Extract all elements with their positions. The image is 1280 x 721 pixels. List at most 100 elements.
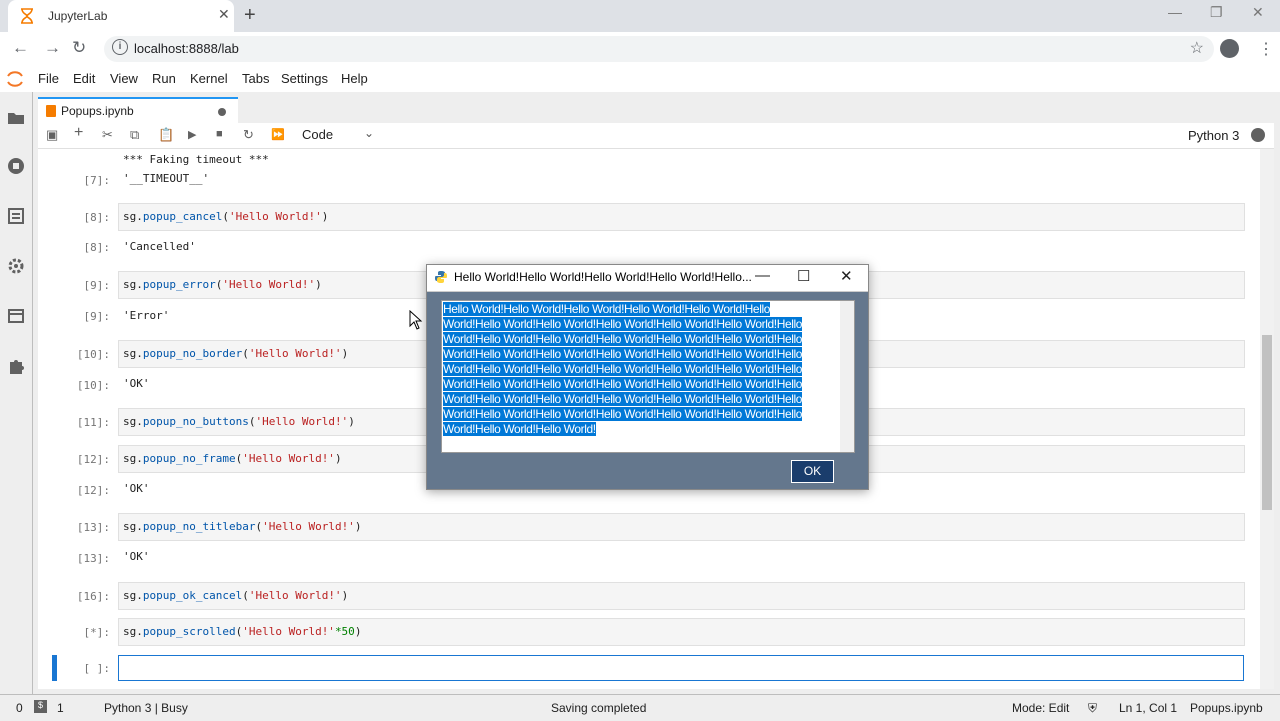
hourglass-icon: [21, 8, 33, 24]
bookmark-star-icon[interactable]: ☆: [1190, 38, 1204, 58]
browser-tab[interactable]: JupyterLab ✕: [8, 0, 234, 32]
status-message: Saving completed: [551, 701, 647, 715]
code-line[interactable]: sg.popup_no_frame('Hello World!'): [123, 452, 342, 465]
cut-icon[interactable]: ✂: [102, 127, 113, 143]
cell-output: 'OK': [123, 550, 150, 563]
menu-view[interactable]: View: [110, 71, 138, 86]
code-cell[interactable]: sg.popup_ok_cancel('Hello World!'): [118, 582, 1245, 610]
paste-icon[interactable]: 📋: [158, 127, 174, 143]
run-icon[interactable]: ▶: [188, 128, 196, 141]
cursor-position[interactable]: Ln 1, Col 1: [1119, 701, 1177, 715]
input-prompt: [11]:: [76, 416, 110, 429]
kernels-count[interactable]: 1: [57, 701, 64, 715]
account-icon[interactable]: [1220, 39, 1239, 58]
command-palette-icon[interactable]: [6, 206, 26, 226]
output-prompt: [13]:: [76, 552, 110, 565]
insert-cell-icon[interactable]: +: [74, 124, 83, 142]
notebook-tab[interactable]: Popups.ipynb: [38, 97, 238, 125]
forward-icon[interactable]: →: [44, 38, 61, 58]
cell-type-select[interactable]: Code: [302, 127, 333, 142]
status-file-name: Popups.ipynb: [1190, 701, 1263, 715]
notebook-toolbar: ▣ + ✂ ⧉ 📋 ▶ ■ ↻ ⏩ Code ⌄ Python 3: [38, 123, 1274, 149]
menu-settings[interactable]: Settings: [281, 71, 328, 86]
terminals-count[interactable]: 0: [16, 701, 23, 715]
menu-help[interactable]: Help: [341, 71, 368, 86]
popup-minimize-icon[interactable]: —: [755, 267, 770, 284]
popup-selected-text[interactable]: Hello World!Hello World!Hello World!Hell…: [443, 302, 837, 437]
cell-output: 'Error': [123, 309, 170, 322]
browser-nav-bar: ← → ↻ i localhost:8888/lab ☆: [0, 32, 1280, 67]
menu-file[interactable]: File: [38, 71, 59, 86]
input-prompt: [*]:: [83, 626, 111, 639]
browser-tab-bar: JupyterLab ✕ + — ❐ ✕: [0, 0, 1280, 32]
notebook-file-icon: [46, 105, 56, 117]
output-prompt: [7]:: [83, 174, 111, 187]
input-prompt: [8]:: [83, 211, 111, 224]
address-bar[interactable]: i localhost:8888/lab ☆: [104, 36, 1214, 62]
input-prompt: [13]:: [76, 521, 110, 534]
popup-maximize-icon[interactable]: ☐: [797, 267, 810, 285]
popup-window: Hello World!Hello World!Hello World!Hell…: [426, 264, 869, 490]
settings-gear-icon[interactable]: [6, 256, 26, 276]
output-prompt: [9]:: [83, 310, 111, 323]
chevron-down-icon[interactable]: ⌄: [364, 126, 374, 140]
restart-icon[interactable]: ↻: [243, 127, 254, 143]
url-text[interactable]: localhost:8888/lab: [134, 41, 239, 56]
popup-close-icon[interactable]: ✕: [840, 267, 853, 285]
menu-kernel[interactable]: Kernel: [190, 71, 228, 86]
terminal-icon[interactable]: $: [34, 700, 47, 713]
folder-icon[interactable]: [6, 108, 26, 128]
code-cell[interactable]: sg.popup_no_titlebar('Hello World!'): [118, 513, 1245, 541]
editor-mode: Mode: Edit: [1012, 701, 1070, 715]
save-icon[interactable]: ▣: [46, 127, 58, 143]
running-icon[interactable]: [6, 156, 26, 176]
text-line: World!Hello World!Hello World!Hello Worl…: [443, 392, 803, 406]
fast-forward-icon[interactable]: ⏩: [271, 128, 285, 141]
code-line[interactable]: sg.popup_cancel('Hello World!'): [123, 210, 328, 223]
popup-titlebar[interactable]: Hello World!Hello World!Hello World!Hell…: [427, 265, 868, 292]
popup-text-area[interactable]: Hello World!Hello World!Hello World!Hell…: [441, 300, 855, 453]
kernel-status[interactable]: Python 3 | Busy: [104, 701, 188, 715]
unsaved-dot-icon[interactable]: [218, 108, 226, 116]
minimize-window-icon[interactable]: —: [1168, 4, 1182, 20]
text-line: Hello World!Hello World!Hello World!Hell…: [443, 302, 771, 316]
popup-scrollbar[interactable]: [840, 301, 854, 452]
trusted-shield-icon[interactable]: ⛨: [1088, 701, 1097, 716]
text-line: World!Hello World!Hello World!Hello Worl…: [443, 377, 803, 391]
site-info-icon[interactable]: i: [112, 39, 128, 55]
cell-output: 'OK': [123, 482, 150, 495]
menu-tabs[interactable]: Tabs: [242, 71, 269, 86]
back-icon[interactable]: ←: [12, 38, 29, 58]
text-line: World!Hello World!Hello World!Hello Worl…: [443, 317, 803, 331]
new-tab-icon[interactable]: +: [244, 4, 256, 27]
menu-run[interactable]: Run: [152, 71, 176, 86]
code-line[interactable]: sg.popup_no_buttons('Hello World!'): [123, 415, 355, 428]
text-line: World!Hello World!Hello World!Hello Worl…: [443, 407, 803, 421]
tabs-icon[interactable]: [6, 306, 26, 326]
input-prompt: [9]:: [83, 279, 111, 292]
reload-icon[interactable]: ↻: [72, 38, 86, 58]
close-tab-icon[interactable]: ✕: [218, 6, 230, 23]
output-prompt: [12]:: [76, 484, 110, 497]
code-line[interactable]: sg.popup_error('Hello World!'): [123, 278, 322, 291]
menu-edit[interactable]: Edit: [73, 71, 95, 86]
ok-button[interactable]: OK: [791, 460, 834, 483]
copy-icon[interactable]: ⧉: [130, 127, 139, 143]
left-sidebar: [0, 92, 33, 694]
code-cell[interactable]: sg.popup_scrolled('Hello World!'*50): [118, 618, 1245, 646]
scrollbar-thumb[interactable]: [1262, 335, 1272, 510]
input-prompt: [12]:: [76, 453, 110, 466]
code-line[interactable]: sg.popup_no_titlebar('Hello World!'): [123, 520, 361, 533]
active-code-cell-input[interactable]: [118, 655, 1244, 681]
restore-window-icon[interactable]: ❐: [1210, 4, 1223, 21]
browser-menu-icon[interactable]: ⋮: [1258, 39, 1274, 59]
code-line[interactable]: sg.popup_no_border('Hello World!'): [123, 347, 348, 360]
extension-puzzle-icon[interactable]: [6, 356, 26, 376]
close-window-icon[interactable]: ✕: [1252, 4, 1264, 21]
kernel-name[interactable]: Python 3: [1188, 128, 1239, 143]
code-cell[interactable]: sg.popup_cancel('Hello World!'): [118, 203, 1245, 231]
stop-icon[interactable]: ■: [216, 128, 223, 140]
code-line[interactable]: sg.popup_ok_cancel('Hello World!'): [123, 589, 348, 602]
code-line[interactable]: sg.popup_scrolled('Hello World!'*50): [123, 625, 361, 638]
text-line: World!Hello World!Hello World!: [443, 422, 596, 436]
